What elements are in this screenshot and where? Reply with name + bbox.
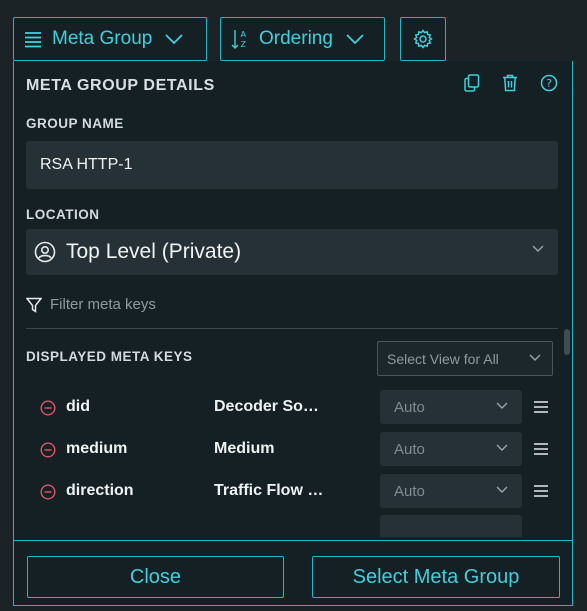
group-name-label: GROUP NAME bbox=[26, 116, 124, 131]
svg-text:?: ? bbox=[546, 77, 552, 90]
gear-icon bbox=[413, 29, 433, 49]
meta-key-view-value: Auto bbox=[394, 398, 425, 416]
copy-icon[interactable] bbox=[464, 74, 480, 92]
settings-button[interactable] bbox=[400, 17, 446, 61]
meta-key-name: medium bbox=[66, 440, 128, 457]
sort-az-icon: A Z bbox=[231, 30, 247, 49]
meta-key-view-select-partial[interactable] bbox=[380, 515, 522, 537]
location-select[interactable]: Top Level (Private) bbox=[26, 229, 558, 275]
meta-key-name: did bbox=[66, 398, 90, 415]
drag-handle-icon[interactable] bbox=[533, 484, 549, 498]
user-circle-icon bbox=[34, 241, 56, 263]
svg-text:A: A bbox=[241, 30, 247, 39]
meta-key-display-name: Medium bbox=[214, 440, 275, 457]
minus-circle-icon[interactable] bbox=[40, 484, 56, 500]
select-view-for-all-label: Select View for All bbox=[387, 350, 499, 367]
chevron-down-icon bbox=[496, 444, 508, 451]
meta-key-view-select[interactable]: Auto bbox=[380, 432, 522, 466]
meta-key-row: medium Medium Auto bbox=[14, 431, 572, 467]
meta-key-view-select[interactable]: Auto bbox=[380, 390, 522, 424]
meta-key-list: did Decoder So… Auto medium Medium Auto bbox=[14, 389, 572, 537]
footer-divider bbox=[14, 540, 572, 541]
group-name-value: RSA HTTP-1 bbox=[40, 156, 133, 173]
meta-key-view-value: Auto bbox=[394, 440, 425, 458]
meta-key-view-value: Auto bbox=[394, 482, 425, 500]
scrollbar-thumb[interactable] bbox=[564, 329, 570, 355]
location-value: Top Level (Private) bbox=[66, 240, 242, 263]
select-view-for-all-dropdown[interactable]: Select View for All bbox=[377, 341, 553, 376]
minus-circle-icon[interactable] bbox=[40, 442, 56, 458]
svg-text:Z: Z bbox=[241, 40, 247, 49]
meta-group-details-panel: META GROUP DETAILS ? GROUP NAME RSA HTTP… bbox=[13, 61, 573, 606]
close-button-label: Close bbox=[129, 565, 182, 588]
chevron-down-icon bbox=[496, 486, 508, 493]
meta-group-dropdown-label: Meta Group bbox=[52, 28, 153, 49]
chevron-down-icon bbox=[529, 354, 541, 361]
meta-key-row: did Decoder So… Auto bbox=[14, 389, 572, 425]
minus-circle-icon[interactable] bbox=[40, 400, 56, 416]
meta-key-row-partial bbox=[14, 515, 572, 537]
location-label: LOCATION bbox=[26, 207, 100, 222]
meta-group-dropdown[interactable]: Meta Group bbox=[13, 17, 207, 61]
drag-handle-icon[interactable] bbox=[533, 442, 549, 456]
meta-key-row: direction Traffic Flow … Auto bbox=[14, 473, 572, 509]
help-icon[interactable]: ? bbox=[540, 74, 558, 92]
panel-title: META GROUP DETAILS bbox=[26, 77, 215, 94]
filter-icon bbox=[26, 297, 42, 313]
ordering-dropdown[interactable]: A Z Ordering bbox=[220, 17, 385, 61]
chevron-down-icon bbox=[165, 34, 183, 45]
chevron-down-icon bbox=[346, 34, 364, 45]
toolbar: Meta Group A Z Ordering bbox=[0, 0, 587, 65]
group-name-input[interactable]: RSA HTTP-1 bbox=[26, 141, 558, 189]
meta-key-name: direction bbox=[66, 482, 134, 499]
meta-key-display-name: Decoder So… bbox=[214, 398, 319, 415]
drag-handle-icon[interactable] bbox=[533, 400, 549, 414]
close-button[interactable]: Close bbox=[27, 556, 284, 598]
panel-actions: ? bbox=[464, 74, 558, 92]
select-meta-group-button-label: Select Meta Group bbox=[352, 565, 520, 588]
chevron-down-icon bbox=[532, 245, 544, 252]
select-meta-group-button[interactable]: Select Meta Group bbox=[312, 556, 560, 598]
filter-placeholder: Filter meta keys bbox=[50, 296, 156, 313]
filter-meta-keys[interactable]: Filter meta keys bbox=[26, 296, 156, 313]
chevron-down-icon bbox=[496, 402, 508, 409]
list-icon bbox=[25, 32, 41, 48]
ordering-dropdown-label: Ordering bbox=[259, 28, 333, 49]
divider bbox=[26, 328, 558, 329]
meta-key-display-name: Traffic Flow … bbox=[214, 482, 324, 499]
trash-icon[interactable] bbox=[502, 74, 518, 92]
displayed-meta-keys-label: DISPLAYED META KEYS bbox=[26, 349, 193, 364]
meta-key-view-select[interactable]: Auto bbox=[380, 474, 522, 508]
